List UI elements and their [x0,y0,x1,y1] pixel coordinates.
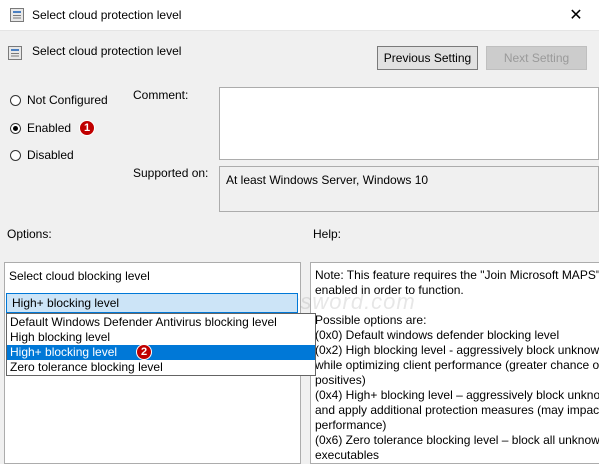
dropdown-option-label: High+ blocking level [10,345,118,359]
comment-label: Comment: [133,88,189,102]
help-line: performance) [315,418,387,432]
radio-not-configured[interactable]: Not Configured [10,93,108,107]
supported-on-label: Supported on: [133,166,209,180]
help-line: (0x2) High blocking level - aggressively… [315,343,599,357]
radio-label: Not Configured [27,93,108,107]
options-section-label: Options: [7,227,52,241]
help-line: (0x6) Zero tolerance blocking level – bl… [315,433,599,447]
supported-on-field: At least Windows Server, Windows 10 [219,166,599,212]
help-line: positives) [315,373,366,387]
radio-disabled[interactable]: Disabled [10,148,74,162]
help-line: Possible options are: [315,313,427,327]
policy-app-icon [10,8,24,22]
help-section-label: Help: [313,227,342,241]
cloud-blocking-level-combobox[interactable]: High+ blocking level [6,293,298,313]
dropdown-option[interactable]: High blocking level [7,330,315,345]
window-titlebar: Select cloud protection level ✕ [0,0,599,31]
radio-button[interactable] [10,94,21,106]
window-title: Select cloud protection level [32,8,182,22]
help-line: (0x4) High+ blocking level – aggressivel… [315,388,599,402]
radio-label: Disabled [27,148,74,162]
radio-enabled[interactable]: Enabled 1 [10,120,96,136]
previous-setting-button[interactable]: Previous Setting [377,46,478,70]
help-line: Note: This feature requires the "Join Mi… [315,268,599,282]
dropdown-option[interactable]: Zero tolerance blocking level [7,360,315,375]
radio-button-checked[interactable] [10,122,21,134]
policy-icon [8,46,22,60]
dropdown-option-selected[interactable]: High+ blocking level 2 [7,344,315,360]
help-line: executables [315,448,380,462]
close-icon[interactable]: ✕ [553,0,599,30]
help-line: while optimizing client performance (gre… [315,358,599,372]
radio-button[interactable] [10,149,21,161]
cloud-blocking-level-dropdown[interactable]: Default Windows Defender Antivirus block… [6,313,316,376]
help-line: and apply additional protection measures… [315,403,599,417]
annotation-badge-2: 2 [136,344,152,360]
next-setting-button[interactable]: Next Setting [486,46,587,70]
annotation-badge-1: 1 [79,120,96,136]
dropdown-option[interactable]: Default Windows Defender Antivirus block… [7,315,315,330]
help-line: (0x0) Default windows defender blocking … [315,328,560,342]
radio-label: Enabled [27,121,72,135]
comment-field[interactable] [219,87,599,160]
cloud-blocking-level-label: Select cloud blocking level [9,269,150,283]
policy-title: Select cloud protection level [32,44,182,58]
